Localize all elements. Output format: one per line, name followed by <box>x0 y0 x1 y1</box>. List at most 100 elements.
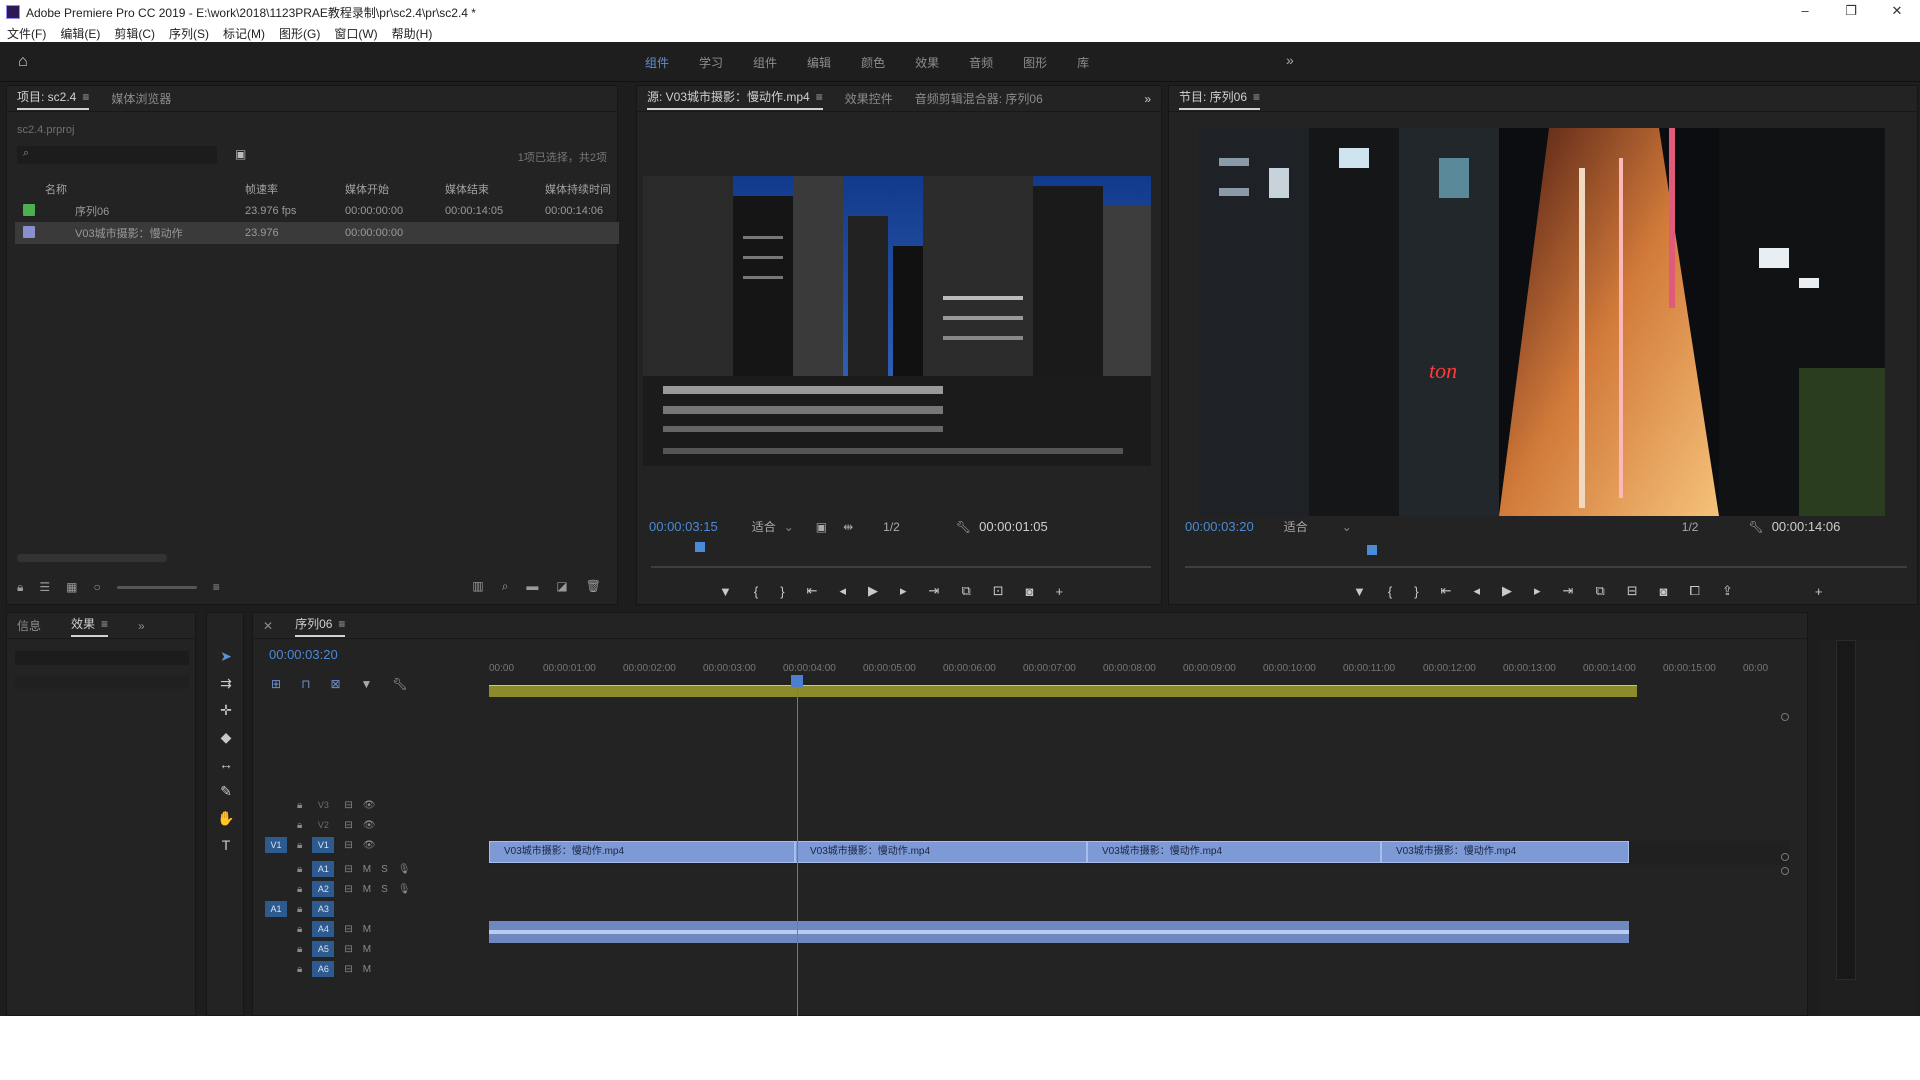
mic-icon[interactable]: 🎙︎ <box>398 884 411 895</box>
timeline-clip[interactable]: V03城市摄影：慢动作.mp4 <box>489 841 795 863</box>
source-patch-a1[interactable]: A1 <box>265 901 287 917</box>
timeline-playhead[interactable] <box>791 675 803 687</box>
button-editor-icon[interactable]: + <box>1056 584 1064 599</box>
program-scrubber[interactable] <box>1185 566 1907 568</box>
track-target-a3[interactable]: A3 <box>312 901 335 917</box>
go-to-out-icon[interactable]: ⇥ <box>929 583 940 599</box>
mic-icon[interactable]: 🎙︎ <box>398 864 411 875</box>
source-scrubber[interactable] <box>651 566 1151 568</box>
horizontal-scrollbar[interactable] <box>17 554 167 562</box>
lock-icon[interactable]: 🔒︎ <box>297 964 302 975</box>
sync-lock-icon[interactable]: ⊟ <box>344 864 352 875</box>
razor-tool-icon[interactable]: ◆ <box>207 724 245 751</box>
lock-icon[interactable]: 🔒︎ <box>297 864 302 875</box>
mark-out-icon[interactable]: } <box>780 584 784 599</box>
minimize-button[interactable]: – <box>1782 0 1828 24</box>
solo-button[interactable]: S <box>381 884 388 895</box>
close-button[interactable]: ✕ <box>1874 0 1920 24</box>
mute-button[interactable]: M <box>363 944 371 955</box>
snap-icon[interactable]: ⊓ <box>301 677 310 691</box>
drag-audio-icon[interactable]: ⇹ <box>843 520 853 534</box>
mark-out-icon[interactable]: } <box>1414 584 1418 599</box>
drag-video-icon[interactable]: ▣ <box>816 520 827 534</box>
thumbnail-zoom-slider[interactable] <box>116 585 197 589</box>
track-target-a6[interactable]: A6 <box>312 961 335 977</box>
source-video-frame[interactable] <box>643 176 1151 466</box>
icon-view-icon[interactable]: ▦ <box>66 580 77 594</box>
sync-lock-icon[interactable]: ⊟ <box>344 820 352 831</box>
tab-sequence[interactable]: 序列06 ≡ <box>295 615 346 637</box>
mute-button[interactable]: M <box>363 964 371 975</box>
tab-media-browser[interactable]: 媒体浏览器 <box>111 90 171 107</box>
track-target-v1[interactable]: V1 <box>312 837 335 853</box>
add-marker-icon[interactable]: ▼ <box>719 584 732 599</box>
source-patch-v2[interactable] <box>265 817 287 833</box>
new-bin-footer-icon[interactable]: ▬ <box>526 579 538 594</box>
tab-info[interactable]: 信息 <box>17 617 41 634</box>
sync-lock-icon[interactable]: ⊟ <box>344 964 352 975</box>
project-item-sequence[interactable]: 序列06 23.976 fps 00:00:00:00 00:00:14:05 … <box>15 200 619 222</box>
clear-icon[interactable]: 🗑︎ <box>586 579 601 594</box>
menu-marker[interactable]: 标记(M) <box>216 25 272 42</box>
workspace-tab-color[interactable]: 颜色 <box>846 54 900 71</box>
workspace-tab-learning[interactable]: 学习 <box>684 54 738 71</box>
menu-graphics[interactable]: 图形(G) <box>272 25 327 42</box>
source-patch-v1[interactable]: V1 <box>265 837 287 853</box>
lock-icon[interactable]: 🔒︎ <box>297 800 302 811</box>
effects-search-input[interactable] <box>15 651 189 665</box>
eye-icon[interactable]: 👁︎ <box>363 820 376 831</box>
menu-window[interactable]: 窗口(W) <box>327 25 384 42</box>
lock-icon[interactable]: 🔒︎ <box>297 884 302 895</box>
column-name[interactable]: 名称 <box>45 181 245 197</box>
export-frame-icon[interactable]: ◙ <box>1026 584 1034 599</box>
step-back-icon[interactable]: ◂ <box>839 583 846 599</box>
program-playhead[interactable] <box>1367 545 1377 555</box>
lock-icon[interactable]: 🔒︎ <box>297 820 302 831</box>
mute-button[interactable]: M <box>363 864 371 875</box>
tab-effect-controls[interactable]: 效果控件 <box>845 90 893 107</box>
workspace-tab-effects[interactable]: 效果 <box>900 54 954 71</box>
lock-icon[interactable]: 🔒︎ <box>297 904 302 915</box>
sync-lock-icon[interactable]: ⊟ <box>344 944 352 955</box>
sync-lock-icon[interactable]: ⊟ <box>344 924 352 935</box>
home-icon[interactable]: ⌂ <box>18 53 38 71</box>
sync-lock-icon[interactable]: ⊟ <box>344 884 352 895</box>
lock-icon[interactable]: 🔒︎ <box>297 944 302 955</box>
workspace-tab-assembly[interactable]: 组件 <box>630 54 684 71</box>
slip-tool-icon[interactable]: ↔ <box>207 751 245 778</box>
project-search-input[interactable]: ⌕ <box>17 146 217 164</box>
settings-wrench-icon[interactable]: 🔧︎ <box>956 520 971 534</box>
sort-icons-icon[interactable]: ≡ <box>213 580 220 594</box>
play-icon[interactable]: ▶ <box>1502 583 1512 599</box>
new-item-icon[interactable]: ◪ <box>556 579 567 594</box>
work-area-bar[interactable] <box>489 685 1637 697</box>
track-target-a2[interactable]: A2 <box>312 881 335 897</box>
column-media-duration[interactable]: 媒体持续时间 <box>545 181 619 197</box>
workspace-tab-assembly-2[interactable]: 组件 <box>738 54 792 71</box>
mute-button[interactable]: M <box>363 924 371 935</box>
insert-icon[interactable]: ⧉ <box>961 583 970 599</box>
linked-selection-icon[interactable]: ⊠ <box>330 677 340 691</box>
selection-tool-icon[interactable]: ➤ <box>207 643 245 670</box>
list-view-icon[interactable]: ☰ <box>39 580 50 594</box>
timeline-settings-icon[interactable]: 🔧︎ <box>392 677 407 691</box>
pen-tool-icon[interactable]: ✎ <box>207 778 245 805</box>
vertical-zoom-handle[interactable] <box>1781 713 1789 721</box>
workspace-tab-graphics[interactable]: 图形 <box>1008 54 1062 71</box>
chevron-down-icon[interactable]: ⌄ <box>784 520 794 534</box>
step-back-icon[interactable]: ◂ <box>1473 583 1480 599</box>
time-ruler[interactable]: 00:00 00:00:01:00 00:00:02:00 00:00:03:0… <box>489 663 1789 683</box>
track-select-tool-icon[interactable]: ⇉ <box>207 670 245 697</box>
panel-menu-icon[interactable]: ≡ <box>816 90 823 104</box>
panel-menu-icon[interactable]: ≡ <box>82 90 89 104</box>
add-marker-icon[interactable]: ▼ <box>1353 584 1366 599</box>
column-media-start[interactable]: 媒体开始 <box>345 181 445 197</box>
timeline-timecode[interactable]: 00:00:03:20 <box>269 647 338 662</box>
panel-overflow-button[interactable]: » <box>1144 92 1151 106</box>
type-tool-icon[interactable]: T <box>207 832 245 859</box>
track-target-a5[interactable]: A5 <box>312 941 335 957</box>
track-target-a1[interactable]: A1 <box>312 861 335 877</box>
export-frame-icon[interactable]: ◙ <box>1660 584 1668 599</box>
go-to-in-icon[interactable]: ⇤ <box>1441 583 1452 599</box>
hand-tool-icon[interactable]: ✋ <box>207 805 245 832</box>
